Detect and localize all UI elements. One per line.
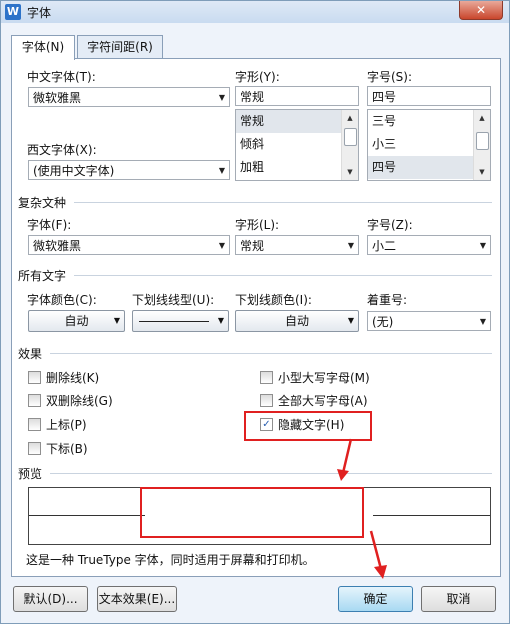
cn-font-select[interactable]: 微软雅黑 ▼ [28, 87, 230, 107]
complex-size-value: 小二 [372, 239, 397, 253]
chevron-down-icon: ▼ [217, 316, 224, 325]
checkbox-box[interactable] [260, 371, 273, 384]
size-option[interactable]: 三号 [368, 110, 474, 133]
underline-color-label: 下划线颜色(I): [235, 293, 312, 307]
size-label: 字号(S): [367, 70, 413, 84]
checkbox-label: 双删除线(G) [46, 394, 113, 408]
group-divider [50, 473, 492, 474]
complex-font-value: 微软雅黑 [33, 239, 82, 253]
size-option[interactable]: 四号 [368, 156, 474, 179]
arrow-down-icon [337, 438, 353, 481]
underline-color-value: 自动 [284, 314, 309, 328]
font-color-value: 自动 [64, 314, 89, 328]
complex-size-select[interactable]: 小二 ▼ [367, 235, 491, 255]
style-scrollbar[interactable]: ▲ ▼ [341, 110, 358, 180]
scroll-up-icon[interactable]: ▲ [474, 110, 490, 126]
scroll-thumb[interactable] [344, 128, 357, 146]
size-input[interactable]: 四号 [367, 86, 491, 106]
group-divider [74, 275, 492, 276]
style-option[interactable]: 常规 [236, 110, 342, 133]
scroll-thumb[interactable] [476, 132, 489, 150]
arrow-down-icon [369, 530, 387, 579]
cancel-button[interactable]: 取消 [421, 586, 496, 612]
text-effects-button[interactable]: 文本效果(E)... [97, 586, 177, 612]
font-color-dropdown[interactable]: 自动 ▼ [28, 310, 125, 332]
underline-style-dropdown[interactable]: ▼ [132, 310, 229, 332]
ok-button[interactable]: 确定 [338, 586, 413, 612]
checkbox-label: 小型大写字母(M) [278, 371, 370, 385]
effects-group-label: 效果 [18, 347, 43, 361]
underline-style-label: 下划线线型(U): [132, 293, 215, 307]
chevron-down-icon: ▼ [218, 93, 225, 102]
size-listbox[interactable]: 三号 小三 四号 ▲ ▼ [367, 109, 491, 181]
preview-note: 这是一种 TrueType 字体，同时适用于屏幕和打印机。 [26, 553, 315, 567]
default-button[interactable]: 默认(D)... [13, 586, 88, 612]
baseline-right [373, 515, 490, 516]
scroll-down-icon[interactable]: ▼ [474, 164, 490, 180]
chevron-down-icon: ▼ [479, 241, 486, 250]
checkbox-box[interactable] [260, 394, 273, 407]
tab-character-spacing[interactable]: 字符间距(R) [77, 35, 163, 58]
checkbox-box[interactable] [28, 418, 41, 431]
checkbox-box[interactable] [28, 371, 41, 384]
style-listbox[interactable]: 常规 倾斜 加粗 ▲ ▼ [235, 109, 359, 181]
complex-font-label: 字体(F): [27, 218, 72, 232]
scroll-up-icon[interactable]: ▲ [342, 110, 358, 126]
checkbox-label: 删除线(K) [46, 371, 100, 385]
title-bar: W 字体 ✕ [1, 1, 509, 23]
cn-font-label: 中文字体(T): [27, 70, 96, 84]
dialog-title: 字体 [27, 6, 52, 20]
scroll-down-icon[interactable]: ▼ [342, 164, 358, 180]
size-option[interactable]: 小三 [368, 133, 474, 156]
complex-size-label: 字号(Z): [367, 218, 413, 232]
checkbox-box[interactable] [28, 442, 41, 455]
chevron-down-icon: ▼ [113, 316, 120, 325]
font-color-label: 字体颜色(C): [27, 293, 97, 307]
group-divider [50, 353, 492, 354]
west-font-label: 西文字体(X): [27, 143, 97, 157]
checkbox-label: 上标(P) [46, 418, 87, 432]
close-button[interactable]: ✕ [459, 1, 503, 20]
complex-style-select[interactable]: 常规 ▼ [235, 235, 359, 255]
emphasis-value: (无) [372, 315, 394, 329]
style-option[interactable]: 加粗 [236, 156, 342, 179]
complex-font-select[interactable]: 微软雅黑 ▼ [28, 235, 230, 255]
style-option[interactable]: 倾斜 [236, 133, 342, 156]
complex-group-label: 复杂文种 [18, 196, 67, 210]
west-font-select[interactable]: (使用中文字体) ▼ [28, 160, 230, 180]
group-divider [74, 202, 492, 203]
preview-group-label: 预览 [18, 467, 43, 481]
complex-style-value: 常规 [240, 239, 265, 253]
underline-color-dropdown[interactable]: 自动 ▼ [235, 310, 359, 332]
chevron-down-icon: ▼ [347, 241, 354, 250]
complex-style-label: 字形(L): [235, 218, 280, 232]
chevron-down-icon: ▼ [218, 241, 225, 250]
cn-font-value: 微软雅黑 [33, 91, 82, 105]
underline-line-preview [139, 321, 209, 322]
checkbox-label: 全部大写字母(A) [278, 394, 368, 408]
chevron-down-icon: ▼ [479, 317, 486, 326]
emphasis-select[interactable]: (无) ▼ [367, 311, 491, 331]
emphasis-label: 着重号: [367, 293, 408, 307]
preview-highlight [140, 487, 364, 538]
checkbox-box[interactable] [28, 394, 41, 407]
font-dialog: W 字体 ✕ 字体(N) 字符间距(R) 中文字体(T): 微软雅黑 ▼ 字形(… [0, 0, 510, 624]
chevron-down-icon: ▼ [347, 316, 354, 325]
size-scrollbar[interactable]: ▲ ▼ [473, 110, 490, 180]
style-label: 字形(Y): [235, 70, 280, 84]
west-font-value: (使用中文字体) [33, 164, 115, 178]
tab-font[interactable]: 字体(N) [11, 35, 75, 60]
chevron-down-icon: ▼ [218, 166, 225, 175]
baseline-left [29, 515, 145, 516]
app-icon: W [5, 4, 21, 20]
all-text-group-label: 所有文字 [18, 269, 67, 283]
style-input[interactable]: 常规 [235, 86, 359, 106]
checkbox-label: 下标(B) [46, 442, 88, 456]
